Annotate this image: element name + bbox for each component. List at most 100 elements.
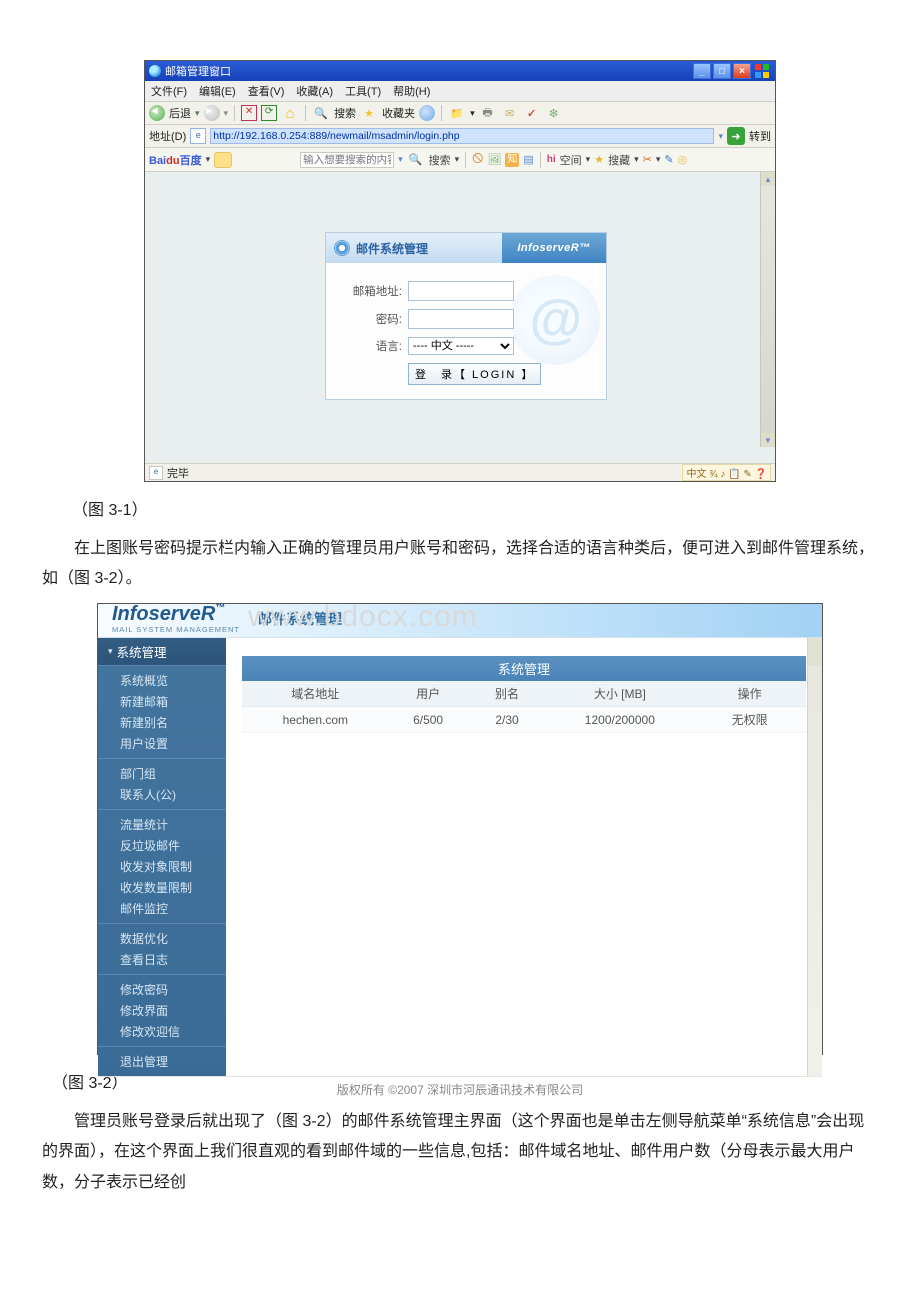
ie-address-bar: 地址(D) e ▾ ➜ 转到 xyxy=(145,125,775,148)
cell-domain: hechen.com xyxy=(242,707,389,733)
paragraph-2: 管理员账号登录后就出现了（图 3-2）的邮件系统管理主界面（这个界面也是单击左侧… xyxy=(42,1107,878,1198)
password-label: 密码: xyxy=(352,311,402,327)
window-maximize-button[interactable]: □ xyxy=(713,63,731,79)
sidebar-item[interactable]: 部门组 xyxy=(98,763,226,784)
sidebar-item[interactable]: 修改欢迎信 xyxy=(98,1021,226,1042)
login-brand: InfoserveR™ xyxy=(502,233,606,263)
toolbar-favorites-label[interactable]: 收藏夹 xyxy=(382,105,415,121)
search-icon[interactable]: 🔍 xyxy=(312,104,330,122)
baidu-logo[interactable]: Baidu百度 xyxy=(149,152,202,168)
language-label: 语言: xyxy=(352,338,402,354)
hi-icon[interactable]: hi xyxy=(547,154,556,165)
baidu-search-label[interactable]: 搜索 xyxy=(429,152,451,168)
menu-help[interactable]: 帮助(H) xyxy=(391,83,432,99)
menu-fav[interactable]: 收藏(A) xyxy=(294,83,335,99)
table-row[interactable]: hechen.com 6/500 2/30 1200/200000 无权限 xyxy=(242,707,806,733)
admin-main: 系统管理 域名地址 用户 别名 大小 [MB] 操作 hechen.com 6/… xyxy=(226,638,822,1076)
back-button-icon[interactable]: ◄ xyxy=(149,105,165,121)
baidu-pen-icon[interactable]: ✎ xyxy=(664,153,673,166)
figure-3-1-ie-window: 邮箱管理窗口 _ □ × 文件(F) 编辑(E) 查看(V) 收藏(A) 工具(… xyxy=(144,60,776,482)
scroll-down-icon[interactable]: ▼ xyxy=(761,433,775,447)
baidu-soucang-label[interactable]: 搜藏 xyxy=(608,152,630,168)
cell-action: 无权限 xyxy=(693,707,806,733)
cell-user: 6/500 xyxy=(389,707,468,733)
baidu-paw-icon xyxy=(214,152,232,168)
status-done-label: 完毕 xyxy=(167,465,189,481)
gear-icon xyxy=(334,240,350,256)
ie-status-bar: e 完毕 中文 ¾ ♪ 📋 ✎ ❓ xyxy=(145,463,775,481)
page-done-icon: e xyxy=(149,466,163,480)
mail-icon[interactable]: ✉ xyxy=(501,104,519,122)
login-button[interactable]: 登 录【 LOGIN 】 xyxy=(408,363,541,385)
go-button-label[interactable]: 转到 xyxy=(749,128,771,144)
home-icon[interactable]: ⌂ xyxy=(281,104,299,122)
stop-icon[interactable]: ✕ xyxy=(241,105,257,121)
window-close-button[interactable]: × xyxy=(733,63,751,79)
sidebar-item[interactable]: 收发对象限制 xyxy=(98,856,226,877)
sidebar-heading[interactable]: 系统管理 xyxy=(98,638,226,665)
window-title: 邮箱管理窗口 xyxy=(165,63,231,79)
col-action: 操作 xyxy=(693,681,806,707)
language-select[interactable]: ---- 中文 ----- xyxy=(408,337,514,355)
menu-edit[interactable]: 编辑(E) xyxy=(197,83,238,99)
menu-file[interactable]: 文件(F) xyxy=(149,83,189,99)
scroll-up-icon[interactable]: ▲ xyxy=(761,172,775,186)
email-input[interactable] xyxy=(408,281,514,301)
col-size: 大小 [MB] xyxy=(547,681,694,707)
baidu-block-icon[interactable]: 🛇 xyxy=(472,150,483,169)
baidu-zhi-icon[interactable]: 知 xyxy=(505,153,519,167)
sidebar-item[interactable]: 联系人(公) xyxy=(98,784,226,805)
sidebar-item[interactable]: 修改界面 xyxy=(98,1000,226,1021)
ime-tray[interactable]: 中文 ¾ ♪ 📋 ✎ ❓ xyxy=(682,464,771,481)
print-icon[interactable]: 🖶 xyxy=(479,104,497,122)
figure-3-2-admin-panel: www.bdocx.com InfoserveR™ MAIL SYSTEM MA… xyxy=(97,603,823,1055)
table-header-row: 域名地址 用户 别名 大小 [MB] 操作 xyxy=(242,681,806,707)
sidebar-item[interactable]: 邮件监控 xyxy=(98,898,226,919)
baidu-at-icon[interactable]: ◎ xyxy=(678,153,688,166)
baidu-scissor-icon[interactable]: ✂ xyxy=(643,153,652,166)
baidu-star-icon[interactable]: ★ xyxy=(594,153,604,166)
go-arrow-icon[interactable]: ➜ xyxy=(727,127,745,145)
ie-link-bar: Baidu百度 ▾ ▾ 🔍 搜索 ▾ 🛇 🖼 知 ▤ hi 空间 ▾ ★ 搜藏 … xyxy=(145,148,775,172)
sidebar-item[interactable]: 退出管理 xyxy=(98,1051,226,1072)
toolbar-search-label[interactable]: 搜索 xyxy=(334,105,356,121)
email-label: 邮箱地址: xyxy=(352,283,402,299)
menu-view[interactable]: 查看(V) xyxy=(246,83,287,99)
window-minimize-button[interactable]: _ xyxy=(693,63,711,79)
plugin-icon[interactable]: ❇ xyxy=(545,104,563,122)
address-input[interactable] xyxy=(210,128,714,144)
ie-toolbar: ◄ 后退 ▾ ► ▾ ✕ ⟳ ⌂ 🔍搜索 ★收藏夹 📁▾ 🖶 ✉ ✓ ❇ xyxy=(145,102,775,125)
sidebar-item[interactable]: 流量统计 xyxy=(98,814,226,835)
window-titlebar[interactable]: 邮箱管理窗口 _ □ × xyxy=(145,61,775,81)
admin-header: InfoserveR™ MAIL SYSTEM MANAGEMENT 邮件系统管… xyxy=(98,604,822,639)
sidebar-item[interactable]: 新建别名 xyxy=(98,712,226,733)
favorites-icon[interactable]: ★ xyxy=(360,104,378,122)
content-scrollbar[interactable]: ▲ ▼ xyxy=(760,172,775,447)
sidebar-item[interactable]: 用户设置 xyxy=(98,733,226,754)
sidebar-item[interactable]: 修改密码 xyxy=(98,979,226,1000)
baidu-search-input[interactable] xyxy=(300,152,394,168)
sidebar-item[interactable]: 数据优化 xyxy=(98,928,226,949)
sidebar-item[interactable]: 收发数量限制 xyxy=(98,877,226,898)
check-icon[interactable]: ✓ xyxy=(523,104,541,122)
forward-button-icon[interactable]: ► xyxy=(204,105,220,121)
sidebar-item[interactable]: 查看日志 xyxy=(98,949,226,970)
menu-tool[interactable]: 工具(T) xyxy=(343,83,383,99)
baidu-pic-icon[interactable]: 🖼 xyxy=(487,153,501,166)
refresh-icon[interactable]: ⟳ xyxy=(261,105,277,121)
col-domain: 域名地址 xyxy=(242,681,389,707)
password-input[interactable] xyxy=(408,309,514,329)
baidu-space-label[interactable]: 空间 xyxy=(560,152,582,168)
folder-icon[interactable]: 📁 xyxy=(448,104,466,122)
login-heading: 邮件系统管理 xyxy=(356,240,428,257)
baidu-bars-icon[interactable]: ▤ xyxy=(523,153,533,166)
main-scrollbar[interactable] xyxy=(807,638,822,1076)
toolbar-separator xyxy=(540,152,541,168)
sidebar-item[interactable]: 系统概览 xyxy=(98,670,226,691)
baidu-search-icon[interactable]: 🔍 xyxy=(407,151,425,169)
sidebar-item[interactable]: 反垃圾邮件 xyxy=(98,835,226,856)
sidebar-item[interactable]: 新建邮箱 xyxy=(98,691,226,712)
history-icon[interactable] xyxy=(419,105,435,121)
back-button-label[interactable]: 后退 xyxy=(169,105,191,121)
col-user: 用户 xyxy=(389,681,468,707)
